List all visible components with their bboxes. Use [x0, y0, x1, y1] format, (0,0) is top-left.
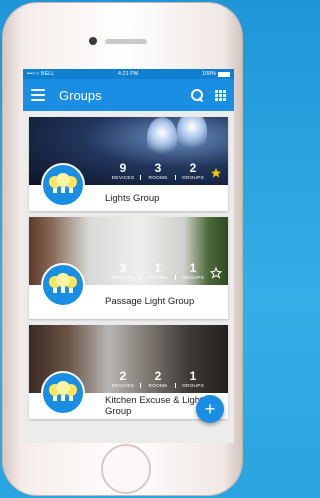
rooms-stat: 1 ROOMS: [148, 261, 168, 282]
add-group-button[interactable]: +: [196, 395, 224, 423]
app-screen: •••○○ BELL 4:21 PM 100% Groups 9 DEVICES…: [23, 69, 234, 443]
group-avatar: [41, 163, 85, 207]
group-stats: 9 DEVICES 3 ROOMS 2 GROUPS: [106, 161, 210, 182]
group-avatar: [41, 263, 85, 307]
group-card[interactable]: 9 DEVICES 3 ROOMS 2 GROUPS Lights Group: [29, 117, 228, 211]
group-avatar: [41, 371, 85, 415]
earpiece-speaker: [105, 39, 147, 44]
rooms-stat: 3 ROOMS: [148, 161, 168, 182]
bulbs-icon: [49, 173, 77, 193]
bulbs-icon: [49, 273, 77, 293]
devices-stat: 2 DEVICES: [111, 369, 135, 390]
groups-stat: 1 GROUPS: [182, 369, 204, 390]
menu-icon[interactable]: [31, 89, 45, 101]
phone-frame: •••○○ BELL 4:21 PM 100% Groups 9 DEVICES…: [3, 3, 242, 495]
carrier-label: •••○○ BELL: [27, 71, 55, 77]
battery-percent: 100%: [201, 71, 216, 77]
group-card[interactable]: 3 DEVICES 1 ROOMS 1 GROUPS Passage Light…: [29, 217, 228, 319]
app-bar: Groups: [23, 79, 234, 111]
devices-stat: 3 DEVICES: [111, 261, 135, 282]
favorite-star-outline-icon[interactable]: [210, 267, 222, 279]
devices-stat: 9 DEVICES: [111, 161, 135, 182]
groups-stat: 2 GROUPS: [182, 161, 204, 182]
group-stats: 2 DEVICES 2 ROOMS 1 GROUPS: [106, 369, 210, 390]
rooms-stat: 2 ROOMS: [148, 369, 168, 390]
front-camera: [89, 37, 97, 45]
grid-view-icon[interactable]: [215, 89, 226, 101]
home-button[interactable]: [101, 444, 151, 494]
groups-stat: 1 GROUPS: [182, 261, 204, 282]
battery-indicator: 100%: [202, 71, 230, 77]
status-bar: •••○○ BELL 4:21 PM 100%: [23, 69, 234, 79]
group-list: 9 DEVICES 3 ROOMS 2 GROUPS Lights Group …: [23, 111, 234, 419]
favorite-star-icon[interactable]: [210, 167, 222, 179]
battery-icon: [218, 71, 230, 77]
bulb-image: [177, 117, 207, 151]
bulbs-icon: [49, 381, 77, 401]
group-stats: 3 DEVICES 1 ROOMS 1 GROUPS: [106, 261, 210, 282]
page-title: Groups: [59, 87, 102, 103]
bulb-image: [147, 117, 177, 157]
search-icon[interactable]: [191, 89, 203, 101]
clock: 4:21 PM: [117, 71, 139, 77]
